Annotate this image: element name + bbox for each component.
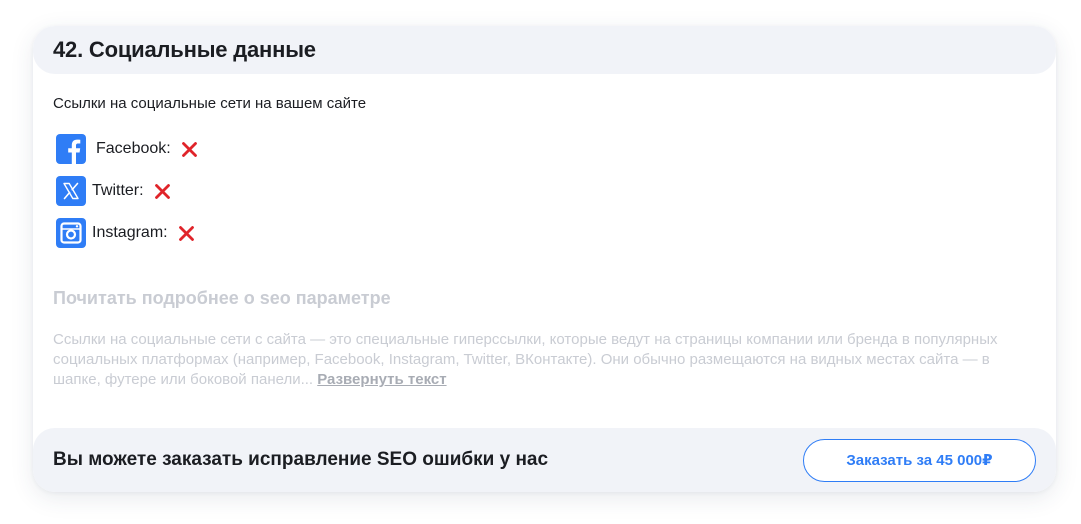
details-body: Ссылки на социальные сети с сайта — это … bbox=[53, 331, 998, 388]
expand-text-link[interactable]: Развернуть текст bbox=[317, 371, 446, 388]
details-text: Ссылки на социальные сети с сайта — это … bbox=[53, 330, 1038, 390]
x-twitter-icon bbox=[56, 176, 86, 206]
social-links-list: Facebook: Twitter: Instagram: bbox=[56, 128, 198, 254]
details-heading: Почитать подробнее о seo параметре bbox=[53, 288, 391, 308]
twitter-label: Twitter: bbox=[92, 182, 144, 199]
social-row-twitter: Twitter: bbox=[56, 170, 198, 212]
card-header: 42. Социальные данные bbox=[33, 26, 1056, 74]
social-row-instagram: Instagram: bbox=[56, 212, 198, 254]
red-x-icon bbox=[181, 141, 198, 158]
order-promo-text: Вы можете заказать исправление SEO ошибк… bbox=[53, 449, 549, 470]
social-row-facebook: Facebook: bbox=[56, 128, 198, 170]
red-x-icon bbox=[154, 183, 171, 200]
seo-parameter-card: 42. Социальные данные Ссылки на социальн… bbox=[33, 26, 1056, 492]
order-footer: Вы можете заказать исправление SEO ошибк… bbox=[33, 428, 1056, 492]
intro-text: Ссылки на социальные сети на вашем сайте bbox=[53, 95, 367, 112]
instagram-icon bbox=[56, 218, 86, 248]
instagram-label: Instagram: bbox=[92, 224, 168, 241]
red-x-icon bbox=[178, 225, 195, 242]
section-title: 42. Социальные данные bbox=[53, 37, 316, 62]
facebook-label: Facebook: bbox=[96, 140, 171, 157]
order-button[interactable]: Заказать за 45 000₽ bbox=[803, 438, 1036, 482]
facebook-icon bbox=[56, 134, 86, 164]
